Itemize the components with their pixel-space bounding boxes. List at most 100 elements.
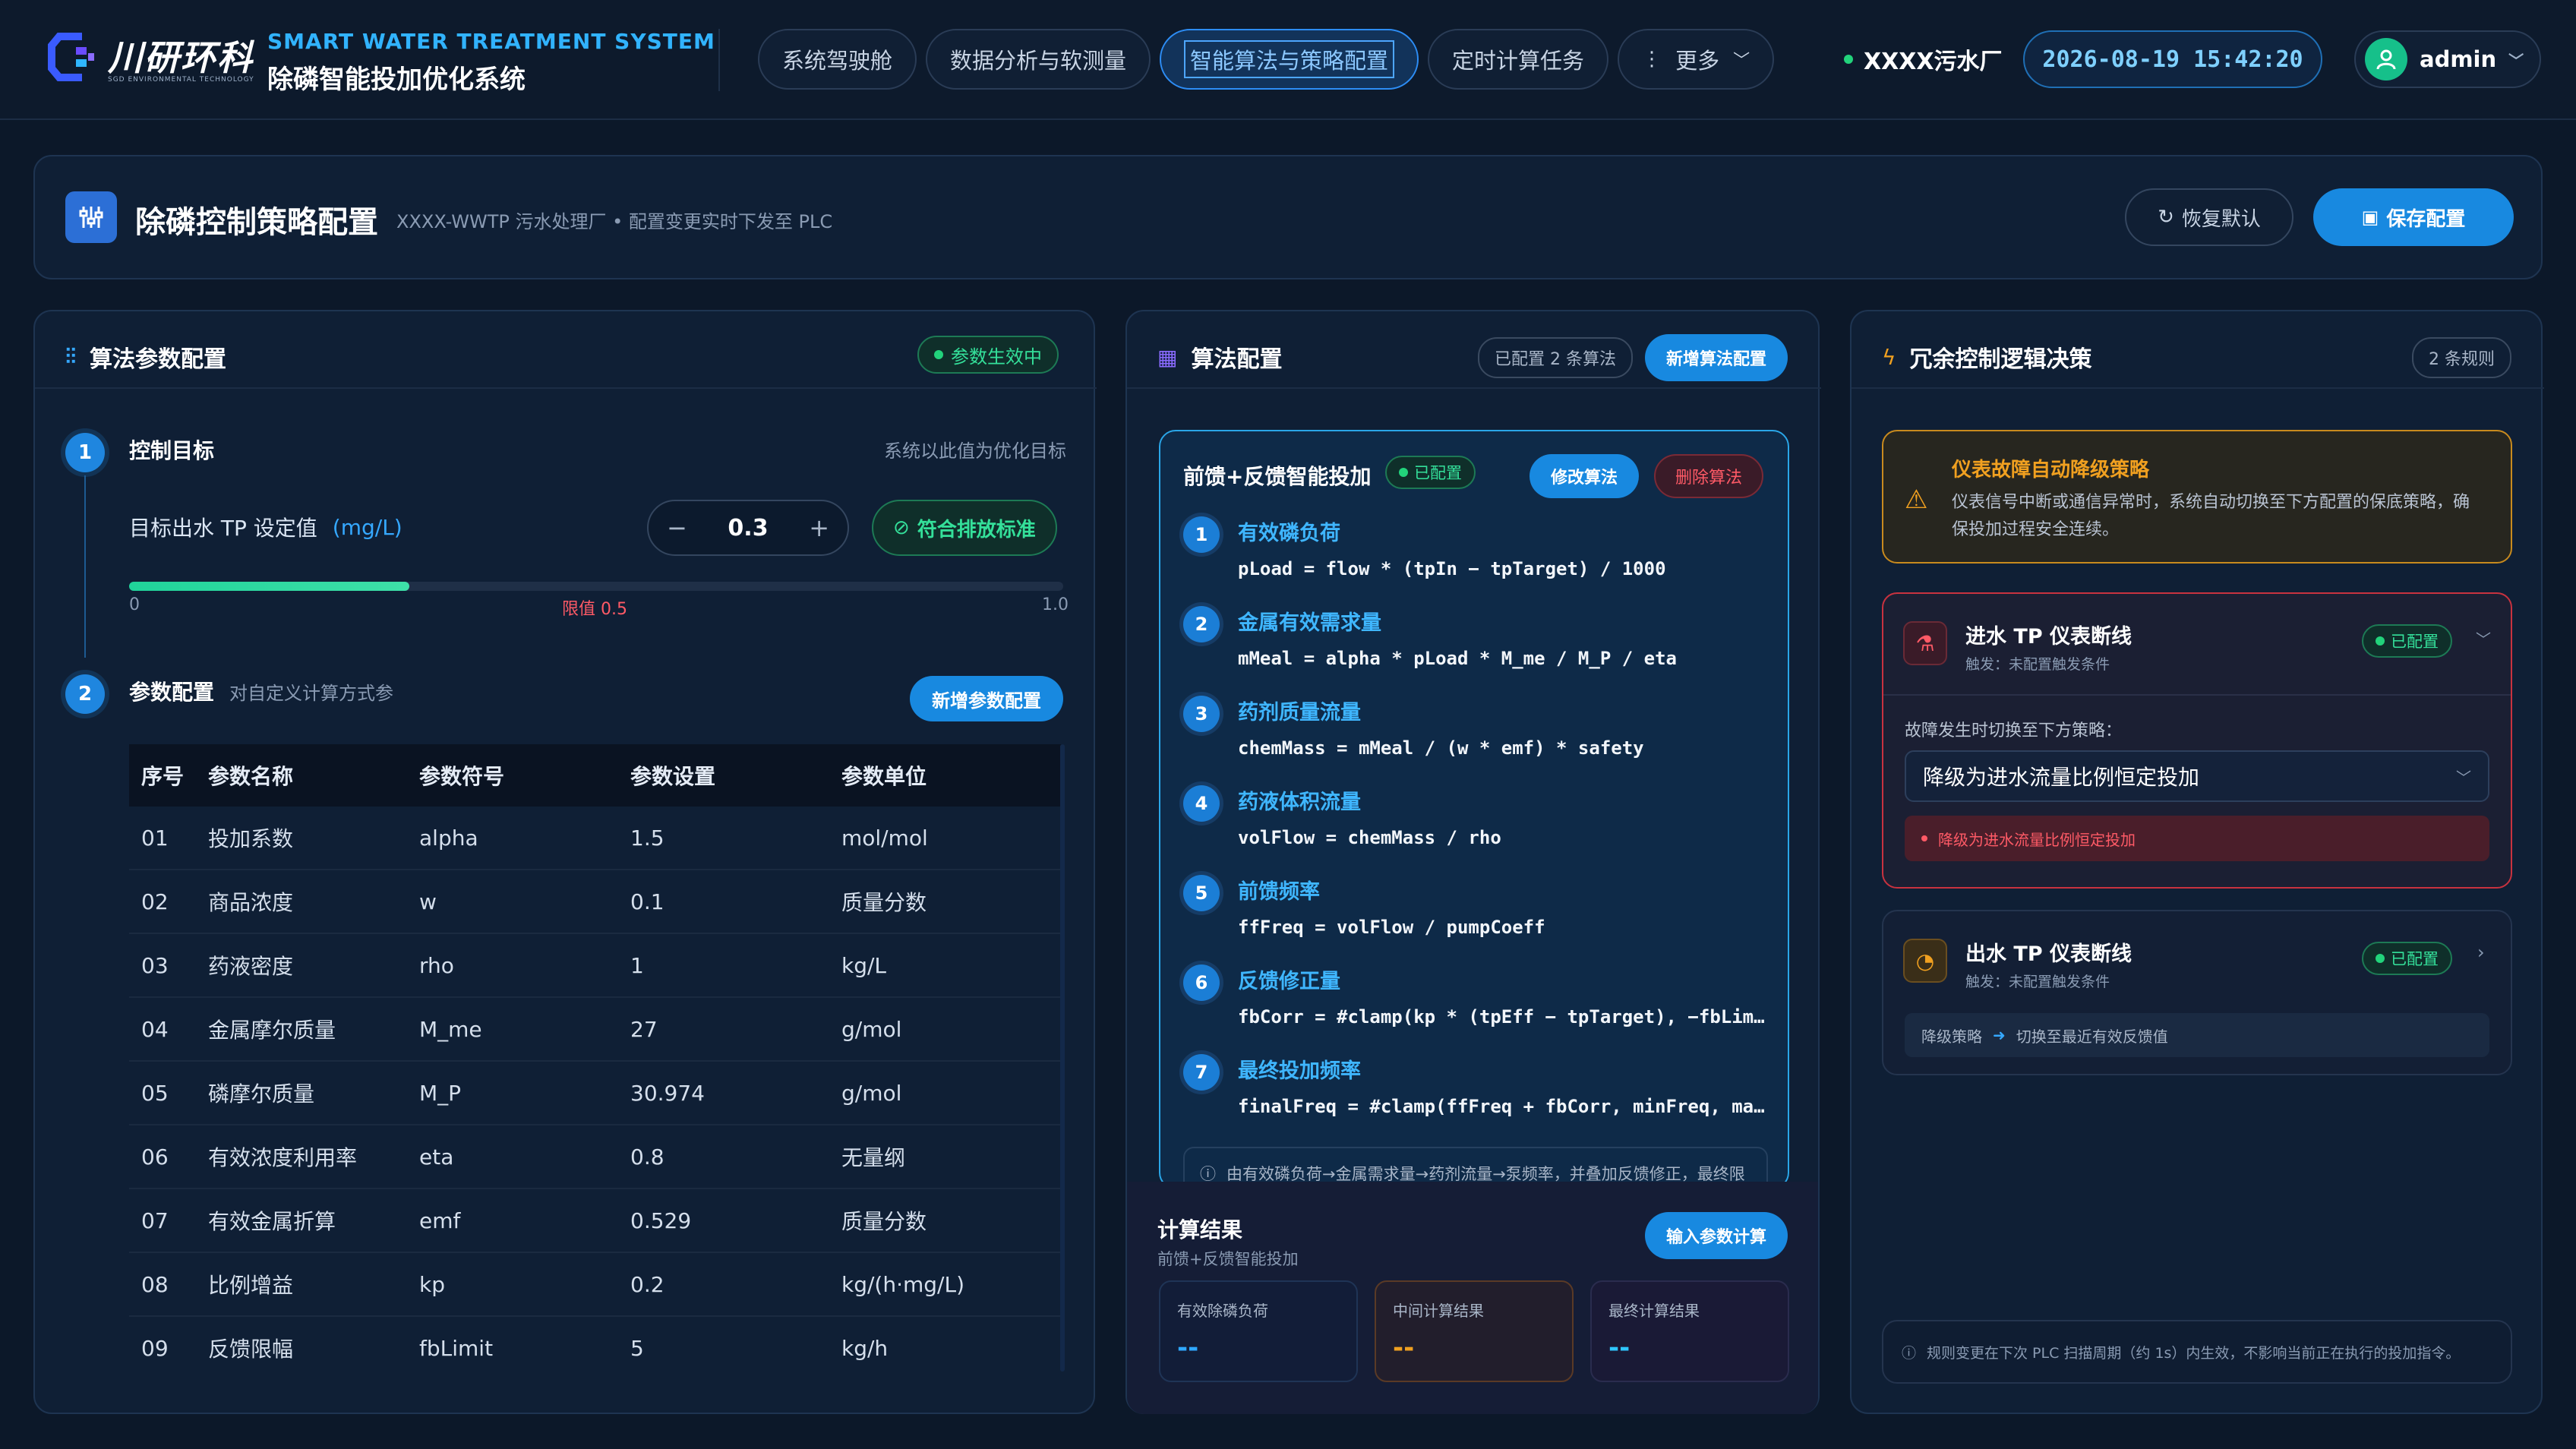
cell-value[interactable]: 1.5 [630, 826, 841, 851]
compute-button[interactable]: 输入参数计算 [1645, 1212, 1788, 1259]
table-row[interactable]: 09 反馈限幅 fbLimit 5 kg/h [129, 1317, 1063, 1372]
header-divider [718, 29, 720, 91]
cell-value[interactable]: 27 [630, 1017, 841, 1042]
cell-name: 有效金属折算 [208, 1209, 336, 1234]
cell-value[interactable]: 0.2 [630, 1272, 841, 1297]
compliance-label: 符合排放标准 [917, 518, 1036, 541]
cell-value[interactable]: 0.8 [630, 1144, 841, 1170]
username: admin [2420, 46, 2497, 72]
cell-symbol: eta [419, 1144, 454, 1170]
table-row[interactable]: 06 有效浓度利用率 eta 0.8 无量纲 [129, 1125, 1063, 1189]
slider-min-label: 0 [129, 595, 140, 614]
table-scrollbar[interactable] [1060, 744, 1065, 1372]
system-title-cn: 除磷智能投加优化系统 [267, 65, 526, 95]
chevron-down-icon[interactable]: ﹀ [2476, 627, 2491, 649]
cell-symbol: M_me [419, 1016, 482, 1042]
step-1-marker: 1 [65, 433, 105, 472]
table-row[interactable]: 03 药液密度 rho 1 kg/L [129, 934, 1063, 998]
step-2-marker: 2 [65, 674, 105, 714]
footer-note-text: 规则变更在下次 PLC 扫描周期（约 1s）内生效，不影响当前正在执行的投加指令… [1927, 1344, 2461, 1362]
target-tp-stepper[interactable]: − 0.3 + [647, 500, 849, 556]
delete-algorithm-button[interactable]: 删除算法 [1654, 454, 1763, 498]
params-panel-title: 算法参数配置 [90, 346, 227, 373]
add-algorithm-button[interactable]: 新增算法配置 [1645, 334, 1788, 381]
target-slider-track[interactable] [129, 582, 1063, 591]
cell-index: 07 [141, 1208, 169, 1233]
result-intermediate: 中间计算结果 -- [1375, 1280, 1574, 1382]
edit-algorithm-button[interactable]: 修改算法 [1530, 454, 1639, 498]
algo-panel-header: ▦ 算法配置 [1157, 340, 1282, 374]
decrement-button[interactable]: − [667, 513, 687, 542]
formula-step: 6 反馈修正量 fbCorr = #clamp(kp * (tpEff − tpTa… [1183, 964, 1769, 1028]
algorithm-status-badge: 已配置 [1385, 456, 1476, 489]
step-title: 最终投加频率 [1238, 1059, 1361, 1083]
logo-subtext: SGD ENVIRONMENTAL TECHNOLOGY [108, 76, 254, 84]
rule-outlet-tp[interactable]: ◔ 出水 TP 仪表断线 触发：未配置触发条件 已配置 › 降级策略 ➜ 切换至… [1882, 910, 2512, 1075]
logo-text: 川研环科 [108, 37, 254, 78]
step-number: 3 [1183, 696, 1220, 732]
step-title: 药剂质量流量 [1238, 701, 1361, 724]
step2-hint: 对自定义计算方式参 [229, 682, 394, 704]
gauge-icon: ◔ [1903, 939, 1947, 983]
rule1-strategy-select[interactable]: 降级为进水流量比例恒定投加 ﹀ [1905, 750, 2489, 802]
table-row[interactable]: 08 比例增益 kp 0.2 kg/(h·mg/L) [129, 1253, 1063, 1317]
save-config-button[interactable]: ▣ 保存配置 [2313, 188, 2514, 246]
cell-value[interactable]: 1 [630, 953, 841, 978]
check-circle-icon: ⊘ [893, 516, 910, 539]
more-dots-icon: ⋮ [1642, 48, 1662, 71]
result-title: 计算结果 [1157, 1217, 1243, 1242]
panel-divider [1852, 387, 2544, 389]
add-param-button[interactable]: 新增参数配置 [910, 676, 1063, 721]
user-menu[interactable]: admin ﹀ [2354, 30, 2541, 88]
cell-value[interactable]: 30.974 [630, 1081, 841, 1106]
step2-header: 参数配置 对自定义计算方式参 [129, 676, 393, 706]
strategy-config-header: 除磷控制策略配置 XXXX-WWTP 污水处理厂 • 配置变更实时下发至 PLC… [33, 155, 2543, 279]
table-row[interactable]: 02 商品浓度 w 0.1 质量分数 [129, 870, 1063, 934]
rule1-switch-label: 故障发生时切换至下方策略： [1905, 721, 2123, 740]
cell-symbol: alpha [419, 825, 478, 851]
rule2-status-badge: 已配置 [2362, 942, 2452, 975]
step2-title: 参数配置 [129, 680, 215, 705]
rule-footer-note: ⓘ 规则变更在下次 PLC 扫描周期（约 1s）内生效，不影响当前正在执行的投加… [1882, 1320, 2512, 1384]
cell-index: 05 [141, 1080, 169, 1106]
main-nav: 系统驾驶舱 数据分析与软测量 智能算法与策略配置 定时计算任务 ⋮ 更多 ﹀ [758, 29, 1775, 90]
cell-index: 06 [141, 1144, 169, 1170]
save-icon: ▣ [2361, 207, 2379, 228]
cell-name: 投加系数 [208, 826, 294, 851]
algorithm-card[interactable]: 前馈+反馈智能投加 已配置 修改算法 删除算法 1 有效磷负荷 pLoad = fl… [1159, 430, 1789, 1189]
nav-more[interactable]: ⋮ 更多 ﹀ [1618, 29, 1775, 90]
algorithm-status-label: 已配置 [1414, 464, 1462, 482]
table-row[interactable]: 07 有效金属折算 emf 0.529 质量分数 [129, 1189, 1063, 1253]
table-row[interactable]: 05 磷摩尔质量 M_P 30.974 g/mol [129, 1062, 1063, 1125]
alert-title: 仪表故障自动降级策略 [1952, 459, 2150, 481]
step-title: 前馈频率 [1238, 880, 1320, 904]
rule2-strategy-value: 切换至最近有效反馈值 [2016, 1027, 2168, 1046]
cell-value[interactable]: 0.1 [630, 889, 841, 914]
online-status-dot [1844, 55, 1853, 64]
table-row[interactable]: 04 金属摩尔质量 M_me 27 g/mol [129, 998, 1063, 1062]
target-tp-text: 目标出水 TP 设定值 [129, 516, 317, 541]
cell-value[interactable]: 5 [630, 1336, 841, 1361]
nav-scheduled-tasks[interactable]: 定时计算任务 [1428, 29, 1609, 90]
compliance-badge: ⊘ 符合排放标准 [872, 500, 1057, 556]
error-dot-icon [1921, 835, 1927, 841]
col-index: 序号 [141, 764, 185, 789]
plant-name: XXXX污水厂 [1864, 49, 2003, 75]
cell-name: 商品浓度 [208, 890, 294, 915]
flask-icon: ⚗ [1903, 621, 1947, 665]
target-tp-value[interactable]: 0.3 [728, 515, 768, 541]
increment-button[interactable]: + [809, 513, 829, 542]
nav-data-analysis[interactable]: 数据分析与软测量 [926, 29, 1151, 90]
info-icon: ⓘ [1902, 1344, 1917, 1362]
nav-algorithm-strategy[interactable]: 智能算法与策略配置 [1160, 29, 1419, 90]
system-title-en: SMART WATER TREATMENT SYSTEM [267, 29, 715, 54]
status-dot [2376, 954, 2385, 963]
algorithm-params-panel: ⫶⫶ 算法参数配置 参数生效中 1 控制目标 系统以此值为优化目标 目标出水 T… [33, 310, 1097, 1414]
cell-value[interactable]: 0.529 [630, 1208, 841, 1233]
status-dot [1399, 468, 1408, 477]
table-row[interactable]: 01 投加系数 alpha 1.5 mol/mol [129, 807, 1063, 870]
chevron-right-icon[interactable]: › [2477, 942, 2485, 963]
rule-count-badge: 2 条规则 [2412, 337, 2511, 378]
nav-cockpit[interactable]: 系统驾驶舱 [758, 29, 917, 90]
reset-defaults-button[interactable]: ↻ 恢复默认 [2125, 188, 2293, 246]
